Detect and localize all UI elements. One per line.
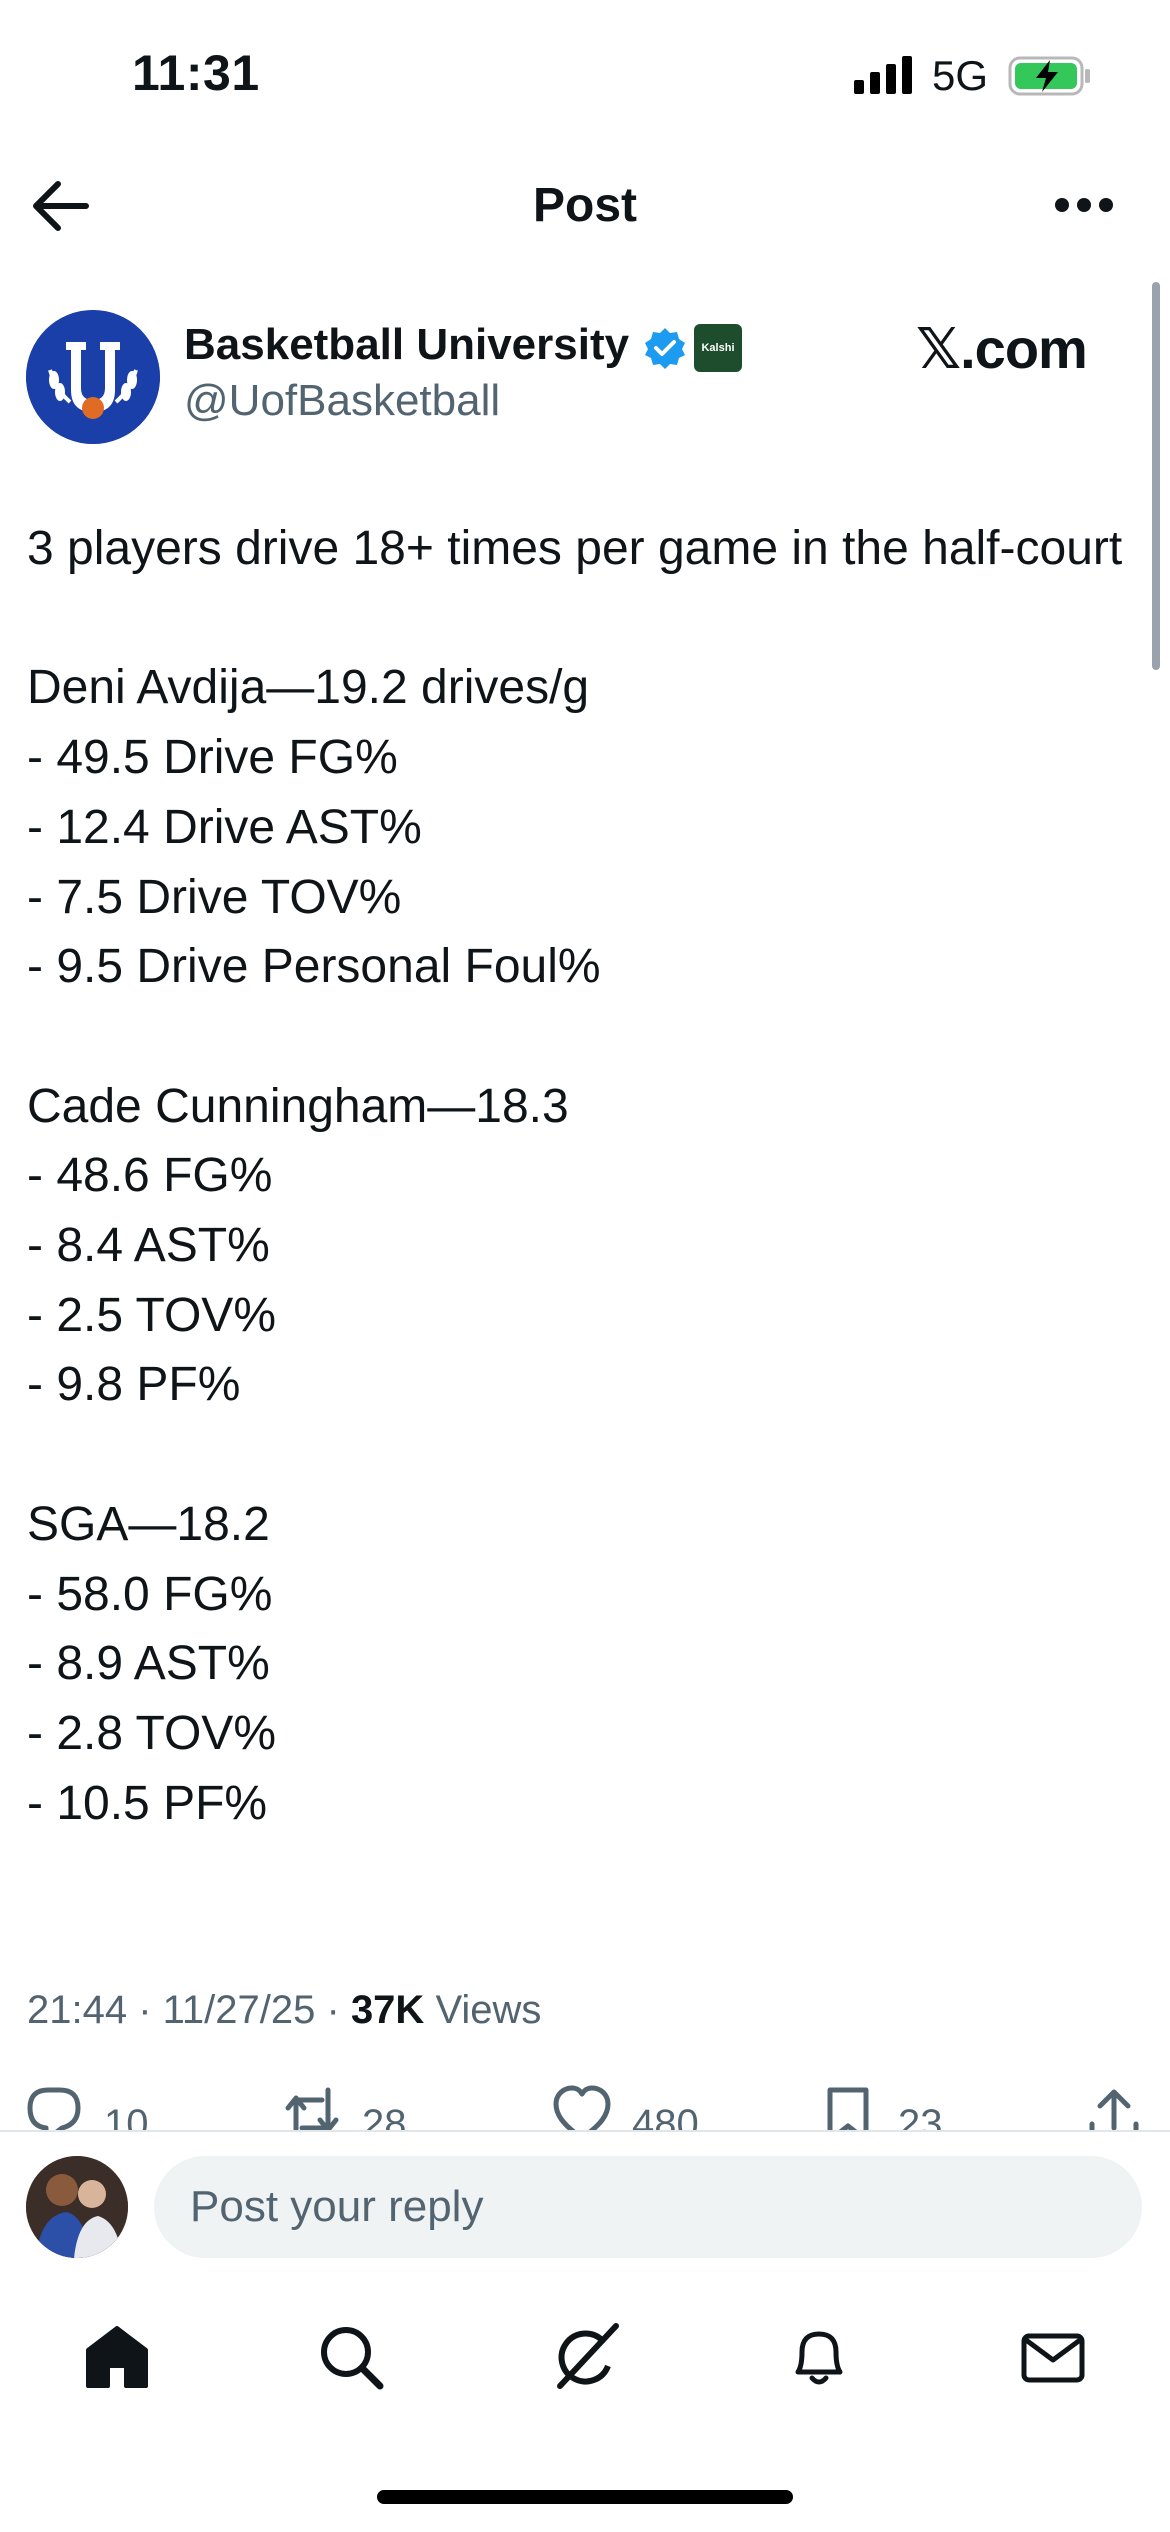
search-icon[interactable] [316,2322,386,2392]
reply-input[interactable]: Post your reply [154,2156,1142,2258]
reply-button[interactable]: 10 [24,2084,149,2130]
grok-icon[interactable] [550,2322,620,2392]
divider [0,2130,1170,2132]
status-time: 11:31 [132,45,260,101]
share-button[interactable] [1084,2084,1144,2130]
post-meta: 21:44 · 11/27/25 · 37K Views [27,1988,542,2032]
share-icon [1089,2089,1139,2130]
messages-icon[interactable] [1018,2322,1088,2392]
notifications-icon[interactable] [784,2322,854,2392]
cellular-signal-icon [854,56,912,94]
home-indicator[interactable] [377,2490,793,2504]
repost-button[interactable]: 28 [282,2084,407,2130]
bookmark-button[interactable]: 23 [818,2084,943,2130]
home-icon[interactable] [82,2322,152,2392]
reply-count: 10 [104,2102,149,2130]
battery-charging-icon [1008,56,1090,96]
bookmark-icon [827,2087,869,2130]
views-label[interactable]: Views [435,1988,541,2032]
like-count: 480 [632,2102,699,2130]
author-handle[interactable]: @UofBasketball [184,376,500,426]
post-time: 21:44 [27,1988,128,2032]
author-name[interactable]: Basketball University [184,320,629,370]
page-title: Post [532,179,637,232]
like-icon [553,2085,611,2130]
user-avatar-image [26,2156,128,2258]
like-button[interactable]: 480 [552,2084,699,2130]
post-text: 3 players drive 18+ times per game in th… [27,522,1123,1830]
action-bar: 10 28 480 23 [0,2070,1170,2130]
network-type: 5G [932,52,989,99]
post-date: 11/27/25 [162,1988,316,2032]
scrollbar[interactable] [1152,282,1160,670]
watermark: 𝕏.com [916,317,1088,380]
university-logo [26,310,160,444]
affiliate-badge[interactable]: Kalshi [694,324,742,372]
reply-icon [27,2087,81,2130]
more-icon[interactable] [1054,196,1114,214]
user-avatar[interactable] [26,2156,128,2258]
author-avatar[interactable] [26,310,160,444]
reply-placeholder: Post your reply [190,2182,484,2231]
views-count: 37K [350,1988,425,2032]
repost-count: 28 [362,2102,407,2130]
repost-icon [285,2087,339,2130]
bookmark-count: 23 [898,2102,943,2130]
verified-icon [645,328,685,369]
